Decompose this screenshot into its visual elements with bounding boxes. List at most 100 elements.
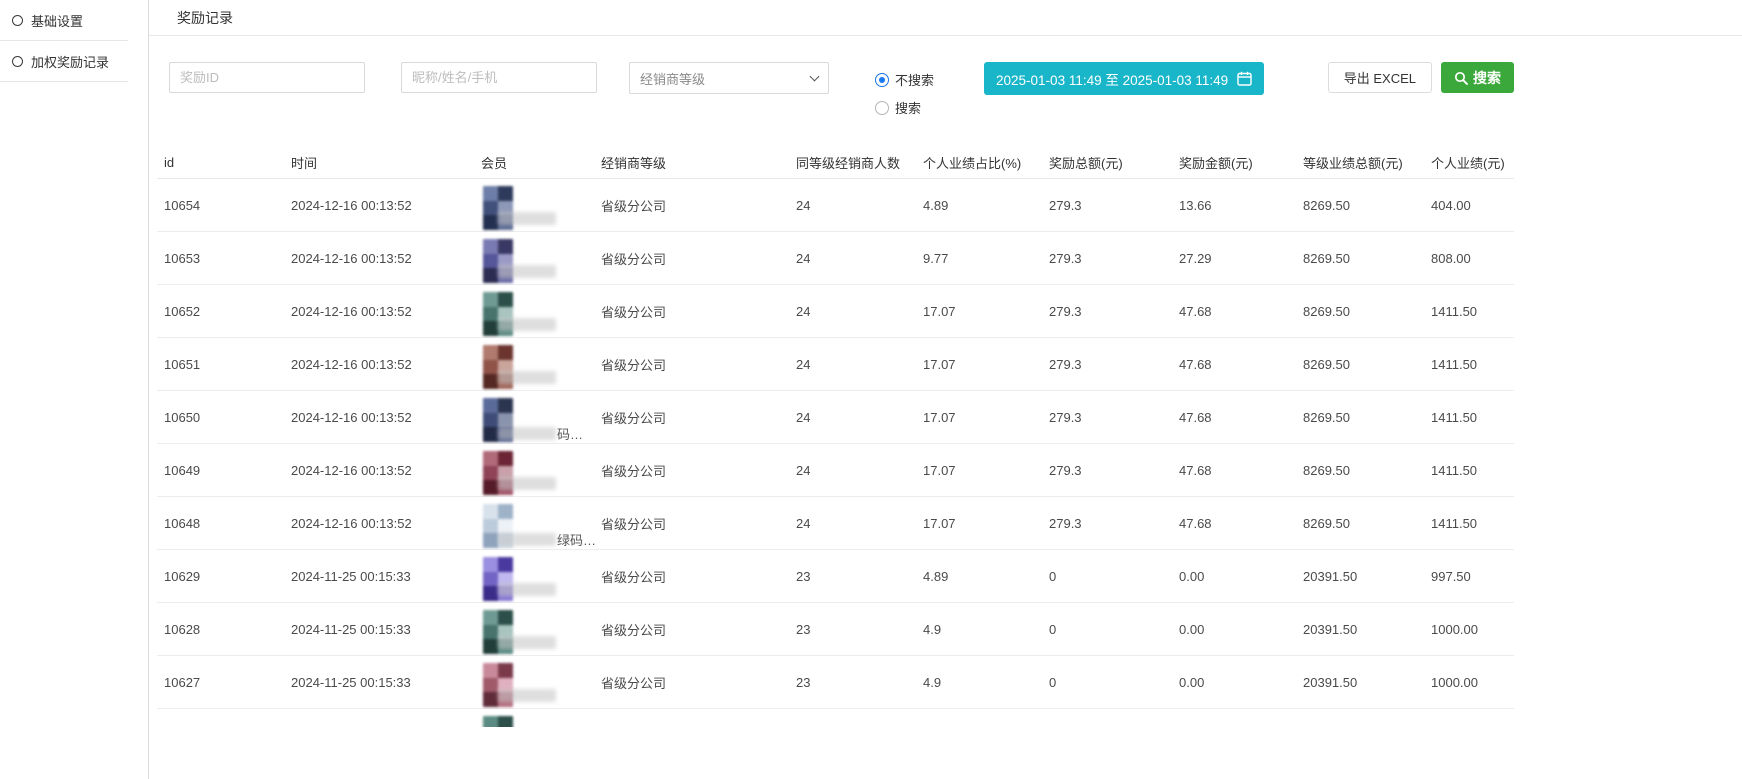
- column-header: 同等级经销商人数: [796, 153, 923, 172]
- search-icon: [1454, 71, 1468, 85]
- cell-member: 码…: [481, 391, 601, 443]
- cell-dealer-level: 省级分公司: [601, 408, 796, 427]
- cell-dealer-level: 省级分公司: [601, 461, 796, 480]
- table-row: 10650 2024-12-16 00:13:52 码… 省级分公司 24 17…: [157, 391, 1514, 444]
- cell-time: 2024-12-16 00:13:52: [291, 357, 481, 372]
- cell-reward-total: 279.3: [1049, 357, 1179, 372]
- member-name-blurred: [498, 636, 556, 649]
- cell-id: 10651: [164, 357, 291, 372]
- cell-peer-count: 24: [796, 463, 923, 478]
- cell-dealer-level: 省级分公司: [601, 302, 796, 321]
- cell-level-total: 8269.50: [1303, 251, 1431, 266]
- table-row: 10629 2024-11-25 00:15:33 省级分公司 23 4.89 …: [157, 550, 1514, 603]
- table-row: 10627 2024-11-25 00:15:33 省级分公司 23 4.9 0…: [157, 656, 1514, 709]
- cell-id: 10652: [164, 304, 291, 319]
- dealer-level-select[interactable]: 经销商等级: [629, 62, 829, 94]
- sidebar-item-basic-settings[interactable]: 基础设置: [0, 0, 128, 41]
- member-name-blurred: [498, 533, 556, 546]
- sidebar-item-label: 基础设置: [31, 11, 83, 30]
- cell-id: 10653: [164, 251, 291, 266]
- sidebar-item-weighted-reward-records[interactable]: 加权奖励记录: [0, 41, 128, 82]
- member-name-blurred: [498, 212, 556, 225]
- search-mode-radio-group: 不搜索 搜索: [875, 62, 934, 117]
- reward-id-input[interactable]: [169, 62, 365, 93]
- cell-dealer-level: 省级分公司: [601, 196, 796, 215]
- radio-no-search-label: 不搜索: [895, 70, 934, 89]
- table-body: 10654 2024-12-16 00:13:52 省级分公司 24 4.89 …: [157, 179, 1514, 727]
- date-range-button[interactable]: 2025-01-03 11:49 至 2025-01-03 11:49: [984, 62, 1264, 95]
- sidebar-item-label: 加权奖励记录: [31, 52, 109, 71]
- cell-time: 2024-11-25 00:15:33: [291, 622, 481, 637]
- member-name-blurred: [498, 583, 556, 596]
- cell-reward-amount: 27.29: [1179, 251, 1303, 266]
- cell-reward-amount: 47.68: [1179, 463, 1303, 478]
- radio-search-label: 搜索: [895, 98, 921, 117]
- table-header: id 时间 会员 经销商等级 同等级经销商人数 个人业绩占比(%) 奖励总额(元…: [157, 147, 1514, 179]
- cell-time: 2024-12-16 00:13:52: [291, 251, 481, 266]
- radio-search[interactable]: 搜索: [875, 98, 934, 117]
- cell-level-total: 20391.50: [1303, 675, 1431, 690]
- cell-reward-amount: 47.68: [1179, 410, 1303, 425]
- cell-peer-count: 24: [796, 516, 923, 531]
- cell-personal-performance: 1411.50: [1431, 410, 1514, 425]
- cell-personal-performance: 404.00: [1431, 198, 1514, 213]
- column-header: 会员: [481, 153, 601, 172]
- cell-reward-amount: 0.00: [1179, 569, 1303, 584]
- column-header: 经销商等级: [601, 153, 796, 172]
- cell-reward-amount: 0.00: [1179, 622, 1303, 637]
- cell-reward-total: 279.3: [1049, 463, 1179, 478]
- cell-time: 2024-12-16 00:13:52: [291, 516, 481, 531]
- search-button-label: 搜索: [1473, 68, 1501, 88]
- column-header: 个人业绩(元): [1431, 153, 1514, 172]
- member-name-blurred: [498, 265, 556, 278]
- sidebar: 基础设置 加权奖励记录: [0, 0, 149, 779]
- member-name-blurred: [498, 689, 556, 702]
- export-excel-button[interactable]: 导出 EXCEL: [1328, 62, 1432, 93]
- cell-id: 10628: [164, 622, 291, 637]
- cell-reward-total: 0: [1049, 675, 1179, 690]
- column-header: 等级业绩总额(元): [1303, 153, 1431, 172]
- page-header: 奖励记录: [149, 0, 1742, 36]
- cell-dealer-level: 省级分公司: [601, 673, 796, 692]
- table-row: [157, 709, 1514, 727]
- cell-peer-count: 23: [796, 569, 923, 584]
- cell-personal-performance: 1411.50: [1431, 516, 1514, 531]
- cell-peer-count: 24: [796, 251, 923, 266]
- cell-personal-ratio: 4.89: [923, 198, 1049, 213]
- cell-personal-ratio: 17.07: [923, 410, 1049, 425]
- app-window: 基础设置 加权奖励记录 奖励记录 经销商等级 不搜索: [0, 0, 1742, 779]
- reward-records-table: id 时间 会员 经销商等级 同等级经销商人数 个人业绩占比(%) 奖励总额(元…: [157, 147, 1514, 727]
- table-row: 10648 2024-12-16 00:13:52 绿码… 省级分公司 24 1…: [157, 497, 1514, 550]
- radio-no-search[interactable]: 不搜索: [875, 70, 934, 89]
- cell-id: 10650: [164, 410, 291, 425]
- member-name-blurred: [498, 427, 556, 440]
- cell-time: 2024-12-16 00:13:52: [291, 198, 481, 213]
- cell-member: [481, 338, 601, 390]
- column-header: 奖励总额(元): [1049, 153, 1179, 172]
- cell-level-total: 20391.50: [1303, 569, 1431, 584]
- cell-time: 2024-11-25 00:15:33: [291, 675, 481, 690]
- radio-checked-icon: [875, 73, 889, 87]
- column-header: 奖励金额(元): [1179, 153, 1303, 172]
- cell-member: [481, 656, 601, 708]
- cell-peer-count: 23: [796, 622, 923, 637]
- circle-icon: [12, 56, 23, 67]
- cell-level-total: 8269.50: [1303, 357, 1431, 372]
- cell-reward-total: 279.3: [1049, 198, 1179, 213]
- cell-reward-total: 279.3: [1049, 304, 1179, 319]
- cell-id: 10649: [164, 463, 291, 478]
- cell-reward-total: 279.3: [1049, 251, 1179, 266]
- cell-personal-ratio: 17.07: [923, 463, 1049, 478]
- cell-member: 绿码…: [481, 497, 601, 549]
- cell-reward-amount: 13.66: [1179, 198, 1303, 213]
- cell-time: 2024-12-16 00:13:52: [291, 463, 481, 478]
- cell-reward-amount: 47.68: [1179, 357, 1303, 372]
- cell-peer-count: 24: [796, 198, 923, 213]
- cell-personal-ratio: 17.07: [923, 357, 1049, 372]
- cell-peer-count: 24: [796, 410, 923, 425]
- cell-reward-amount: 0.00: [1179, 675, 1303, 690]
- cell-personal-ratio: 17.07: [923, 516, 1049, 531]
- nickname-input[interactable]: [401, 62, 597, 93]
- column-header: 个人业绩占比(%): [923, 153, 1049, 172]
- search-button[interactable]: 搜索: [1441, 62, 1514, 93]
